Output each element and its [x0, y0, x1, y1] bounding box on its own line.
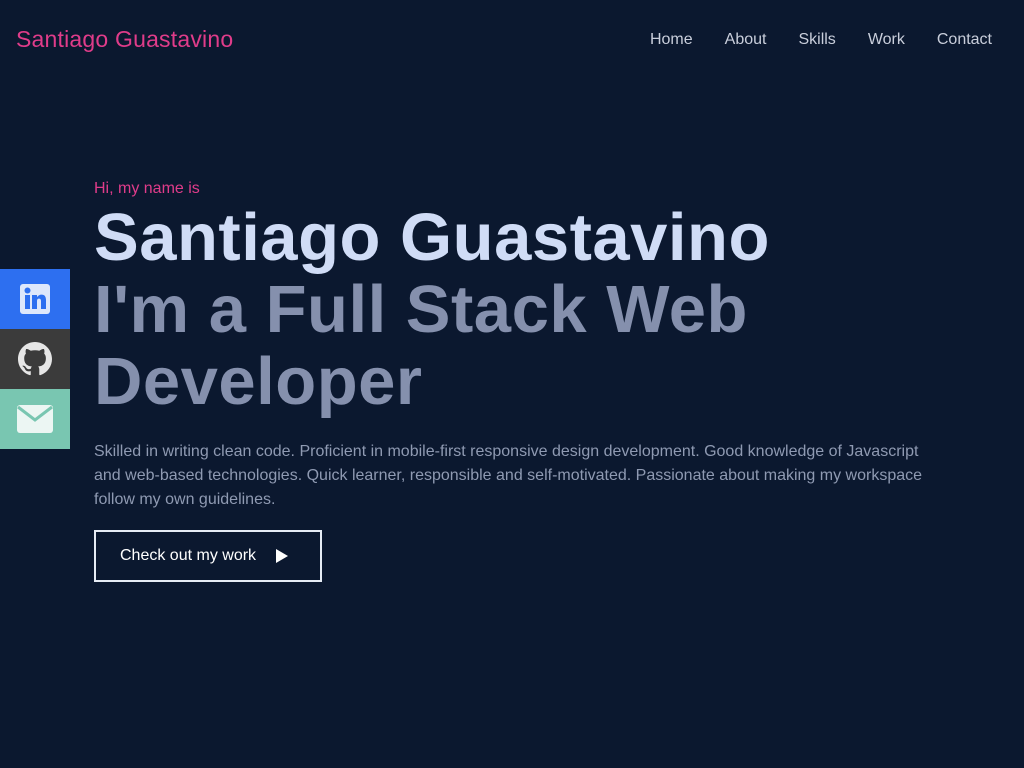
nav-home[interactable]: Home [650, 30, 693, 50]
nav-contact[interactable]: Contact [937, 30, 992, 50]
linkedin-link[interactable] [0, 269, 70, 329]
mail-link[interactable] [0, 389, 70, 449]
github-link[interactable] [0, 329, 70, 389]
nav-work[interactable]: Work [868, 30, 905, 50]
nav-skills[interactable]: Skills [798, 30, 835, 50]
hero-role: I'm a Full Stack Web Developer [94, 272, 748, 419]
mail-icon [17, 405, 53, 433]
hero-bio: Skilled in writing clean code. Proficien… [94, 443, 923, 508]
play-icon [276, 549, 289, 563]
check-out-work-button[interactable]: Check out my work [94, 530, 322, 582]
hero-greeting: Hi, my name is [94, 180, 200, 197]
main-nav: Home About Skills Work Contact [618, 30, 992, 50]
cta-label: Check out my work [120, 547, 257, 564]
social-sidebar [0, 269, 70, 449]
hero-section: Hi, my name is Santiago Guastavino I'm a… [94, 178, 934, 512]
hero-name: Santiago Guastavino [94, 200, 770, 275]
nav-about[interactable]: About [725, 30, 767, 50]
page: Santiago Guastavino Home About Skills Wo… [0, 0, 1024, 768]
linkedin-icon [20, 284, 50, 314]
github-icon [18, 342, 52, 376]
site-logo[interactable]: Santiago Guastavino [16, 26, 233, 53]
